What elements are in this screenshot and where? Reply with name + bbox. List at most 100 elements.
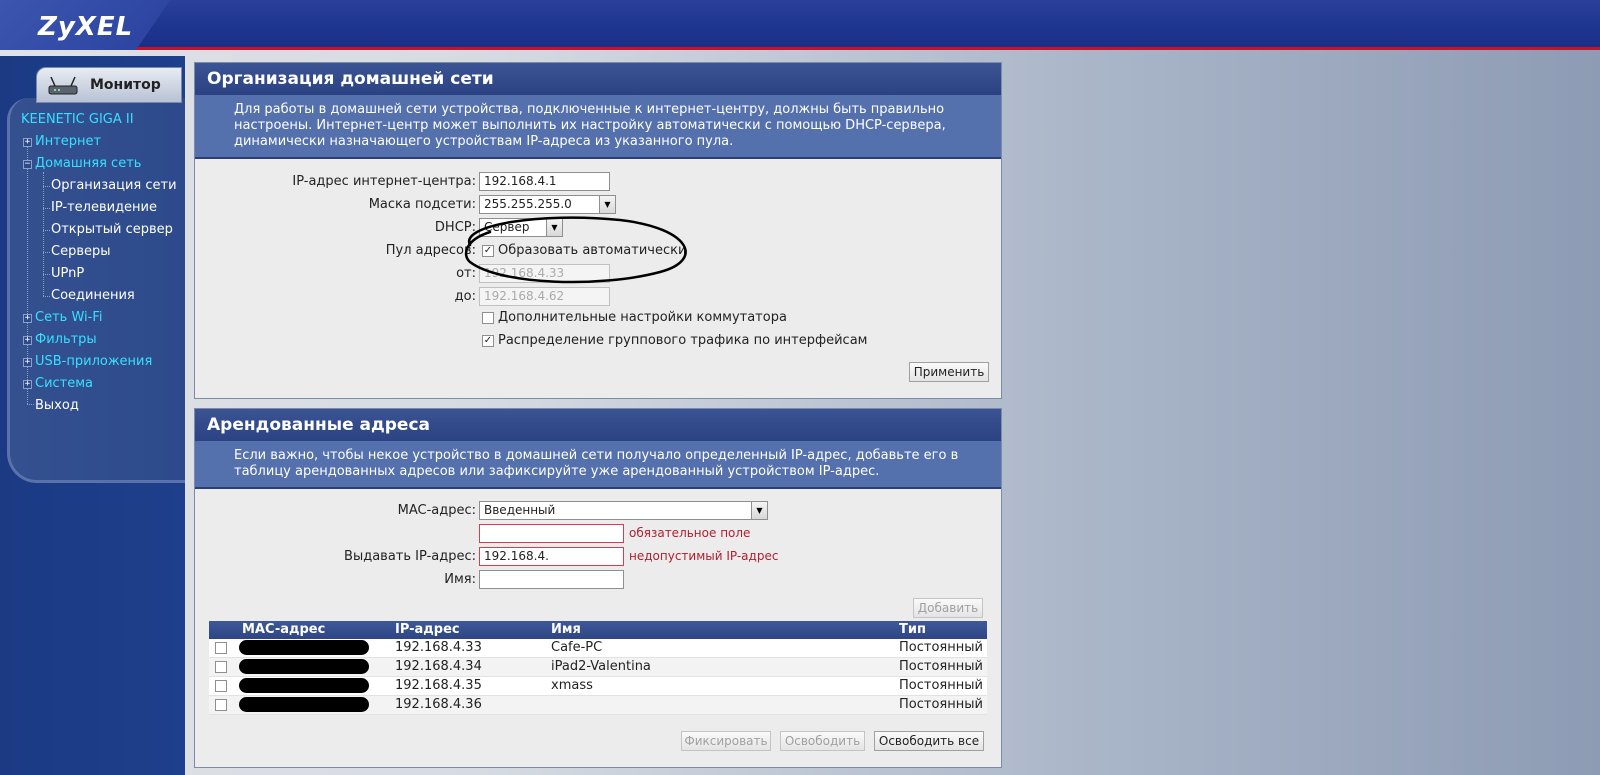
expand-icon[interactable]: + bbox=[23, 314, 32, 323]
dhcp-label: DHCP: bbox=[434, 220, 476, 235]
from-label: от: bbox=[456, 266, 476, 281]
subnet-mask-select[interactable]: 255.255.255.0 ▼ bbox=[479, 195, 616, 214]
row-ip: 192.168.4.34 bbox=[395, 659, 482, 674]
mac-source-select[interactable]: Введенный ▼ bbox=[479, 501, 768, 520]
chevron-down-icon: ▼ bbox=[546, 219, 562, 236]
subnet-mask-value: 255.255.255.0 bbox=[484, 197, 572, 211]
row-checkbox[interactable] bbox=[215, 699, 227, 711]
apply-button[interactable]: Применить bbox=[909, 362, 989, 382]
row-type: Постоянный bbox=[899, 659, 983, 674]
row-checkbox[interactable] bbox=[215, 680, 227, 692]
to-label: до: bbox=[454, 289, 476, 304]
tree-line bbox=[43, 296, 50, 297]
name-input[interactable] bbox=[479, 570, 624, 589]
tree-line bbox=[27, 404, 34, 405]
sidebar-item-home-network[interactable]: Домашняя сеть bbox=[35, 156, 141, 171]
column-header[interactable]: Тип bbox=[899, 622, 926, 637]
ip-error-message: недопустимый IP-адрес bbox=[629, 549, 779, 563]
tree-line bbox=[43, 186, 50, 187]
panel-description: Если важно, чтобы некое устройство в дом… bbox=[195, 441, 1001, 489]
table-header: MAC-адрес IP-адрес Имя Тип bbox=[209, 621, 987, 639]
mac-error-message: обязательное поле bbox=[629, 526, 751, 540]
sidebar-item-iptv[interactable]: IP-телевидение bbox=[51, 200, 157, 215]
pool-auto-label: Образовать автоматически bbox=[498, 243, 687, 258]
zyxel-logo: ZyXEL bbox=[38, 12, 134, 42]
header-bar: ZyXEL bbox=[0, 0, 1600, 50]
assign-ip-input[interactable]: 192.168.4. bbox=[479, 547, 624, 566]
sidebar-item-filters[interactable]: Фильтры bbox=[35, 332, 97, 347]
expand-icon[interactable]: + bbox=[23, 138, 32, 147]
row-ip: 192.168.4.35 bbox=[395, 678, 482, 693]
switch-settings-label: Дополнительные настройки коммутатора bbox=[498, 310, 787, 325]
column-header[interactable]: IP-адрес bbox=[395, 622, 460, 637]
panel-title: Арендованные адреса bbox=[195, 409, 1001, 441]
multicast-checkbox[interactable]: ✓ bbox=[482, 335, 494, 347]
sidebar-item-servers[interactable]: Серверы bbox=[51, 244, 111, 259]
tree-line bbox=[43, 274, 50, 275]
row-name: iPad2-Valentina bbox=[551, 659, 651, 674]
table-row[interactable]: 192.168.4.36 Постоянный bbox=[209, 696, 987, 715]
redacted-mac bbox=[239, 697, 369, 712]
row-checkbox[interactable] bbox=[215, 661, 227, 673]
sidebar-item-network-setup[interactable]: Организация сети bbox=[51, 178, 177, 193]
pool-auto-checkbox[interactable]: ✓ bbox=[482, 245, 494, 257]
mac-address-input[interactable] bbox=[479, 524, 624, 543]
switch-settings-checkbox[interactable] bbox=[482, 312, 494, 324]
sidebar-item-upnp[interactable]: UPnP bbox=[51, 266, 84, 281]
assign-ip-label: Выдавать IP-адрес: bbox=[344, 549, 476, 564]
expand-icon[interactable]: + bbox=[23, 358, 32, 367]
device-name: KEENETIC GIGA II bbox=[21, 112, 134, 127]
pool-to-input[interactable]: 192.168.4.62 bbox=[479, 287, 610, 306]
mac-source-value: Введенный bbox=[484, 503, 556, 517]
release-all-button[interactable]: Освободить все bbox=[874, 731, 984, 751]
pool-label: Пул адресов: bbox=[385, 243, 476, 258]
sidebar-item-open-server[interactable]: Открытый сервер bbox=[51, 222, 173, 237]
row-type: Постоянный bbox=[899, 678, 983, 693]
dhcp-value: Сервер bbox=[484, 220, 530, 234]
router-icon bbox=[48, 76, 78, 95]
chevron-down-icon: ▼ bbox=[751, 502, 767, 519]
add-button[interactable]: Добавить bbox=[913, 598, 983, 618]
mask-label: Маска подсети: bbox=[368, 197, 476, 212]
multicast-label: Распределение группового трафика по инте… bbox=[498, 333, 868, 348]
expand-icon[interactable]: + bbox=[23, 336, 32, 345]
expand-icon[interactable]: + bbox=[23, 380, 32, 389]
column-header[interactable]: MAC-адрес bbox=[242, 622, 325, 637]
tree-line bbox=[43, 252, 50, 253]
dhcp-select[interactable]: Сервер ▼ bbox=[479, 218, 563, 237]
collapse-icon[interactable]: − bbox=[23, 160, 32, 169]
column-header[interactable]: Имя bbox=[551, 622, 581, 637]
row-name: xmass bbox=[551, 678, 593, 693]
table-row[interactable]: 192.168.4.34 iPad2-Valentina Постоянный bbox=[209, 658, 987, 677]
sidebar-item-internet[interactable]: Интернет bbox=[35, 134, 101, 149]
sidebar-item-connections[interactable]: Соединения bbox=[51, 288, 135, 303]
network-panel: Организация домашней сети Для работы в д… bbox=[194, 62, 1002, 399]
release-button[interactable]: Освободить bbox=[780, 731, 865, 751]
row-name: Cafe-PC bbox=[551, 640, 603, 655]
row-type: Постоянный bbox=[899, 640, 983, 655]
ip-label: IP-адрес интернет-центра: bbox=[292, 174, 476, 189]
redacted-mac bbox=[239, 659, 369, 674]
pool-from-input[interactable]: 192.168.4.33 bbox=[479, 264, 610, 283]
row-ip: 192.168.4.33 bbox=[395, 640, 482, 655]
row-type: Постоянный bbox=[899, 697, 983, 712]
tree-line bbox=[43, 208, 50, 209]
sidebar-item-logout[interactable]: Выход bbox=[35, 398, 79, 413]
table-row[interactable]: 192.168.4.35 xmass Постоянный bbox=[209, 677, 987, 696]
panel-description: Для работы в домашней сети устройства, п… bbox=[195, 95, 1001, 159]
fix-button[interactable]: Фиксировать bbox=[681, 731, 771, 751]
router-ip-input[interactable]: 192.168.4.1 bbox=[479, 172, 610, 191]
redacted-mac bbox=[239, 640, 369, 655]
sidebar-item-usb-apps[interactable]: USB-приложения bbox=[35, 354, 152, 369]
table-row[interactable]: 192.168.4.33 Cafe-PC Постоянный bbox=[209, 639, 987, 658]
leases-table: MAC-адрес IP-адрес Имя Тип 192.168.4.33 … bbox=[209, 621, 987, 715]
monitor-label: Монитор bbox=[90, 77, 161, 93]
tree-line bbox=[43, 172, 44, 296]
row-checkbox[interactable] bbox=[215, 642, 227, 654]
mac-label: MAC-адрес: bbox=[397, 503, 476, 518]
sidebar-item-wifi[interactable]: Сеть Wi-Fi bbox=[35, 310, 102, 325]
sidebar-item-system[interactable]: Система bbox=[35, 376, 93, 391]
row-ip: 192.168.4.36 bbox=[395, 697, 482, 712]
monitor-tab[interactable]: Монитор bbox=[36, 67, 182, 103]
redacted-mac bbox=[239, 678, 369, 693]
